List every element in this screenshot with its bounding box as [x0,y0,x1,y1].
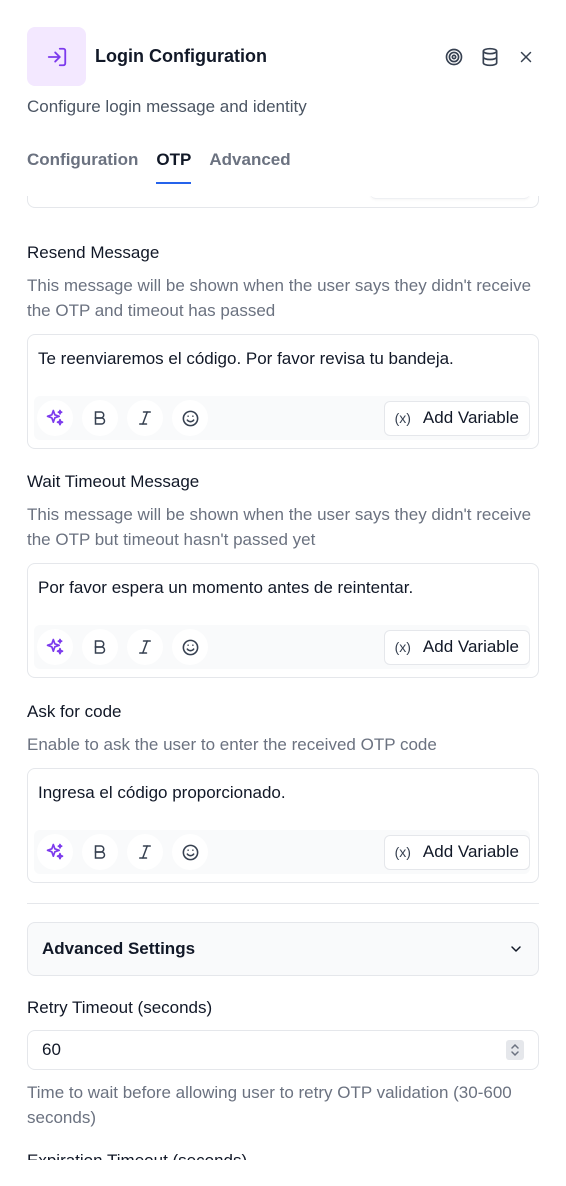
expiration-timeout-label: Expiration Timeout (seconds) [27,1151,247,1160]
add-variable-button[interactable]: (x) Add Variable [383,834,530,870]
italic-icon[interactable] [127,834,163,870]
resend-message-section: Resend Message This message will be show… [27,243,539,449]
wait-timeout-editor[interactable]: Por favor espera un momento antes de rei… [27,563,539,678]
resend-message-label: Resend Message [27,243,160,262]
ask-for-code-label: Ask for code [27,702,122,721]
wait-timeout-section: Wait Timeout Message This message will b… [27,472,539,678]
panel-header: Login Configuration [27,27,539,86]
panel-subtitle: Configure login message and identity [27,97,307,116]
wait-timeout-label: Wait Timeout Message [27,472,200,491]
resend-message-text[interactable]: Te reenviaremos el código. Por favor rev… [38,349,454,369]
retry-timeout-help: Time to wait before allowing user to ret… [27,1083,512,1127]
login-icon [27,27,86,86]
section-divider [27,903,539,904]
database-icon[interactable] [479,46,501,68]
variable-icon: (x) [394,410,411,426]
chevron-down-icon [511,946,521,952]
bold-icon[interactable] [82,629,118,665]
retry-timeout-input[interactable]: 60 [27,1030,539,1070]
ask-for-code-editor[interactable]: Ingresa el código proporcionado. (x) Add… [27,768,539,883]
retry-timeout-label: Retry Timeout (seconds) [27,998,213,1017]
ai-sparkle-icon[interactable] [37,629,73,665]
bold-icon[interactable] [82,834,118,870]
advanced-settings-toggle[interactable]: Advanced Settings [27,922,539,976]
scroll-content[interactable]: Resend Message This message will be show… [0,196,566,1160]
variable-icon: (x) [394,844,411,860]
emoji-icon[interactable] [172,400,208,436]
retry-timeout-section: Retry Timeout (seconds) 60 Time to wait … [27,998,539,1130]
variable-icon: (x) [394,639,411,655]
add-variable-button[interactable]: (x) Add Variable [383,400,530,436]
editor-toolbar: (x) Add Variable [34,830,530,874]
login-config-panel: Login Configuration Configure login mess… [0,0,566,1186]
tab-configuration[interactable]: Configuration [27,148,138,184]
tab-otp[interactable]: OTP [156,148,191,184]
wait-timeout-help: This message will be shown when the user… [27,505,532,549]
add-variable-label: Add Variable [422,842,519,861]
retry-timeout-value[interactable]: 60 [42,1040,506,1060]
ask-for-code-help: Enable to ask the user to enter the rece… [27,735,437,754]
add-variable-button[interactable]: (x) Add Variable [383,629,530,665]
ask-for-code-text[interactable]: Ingresa el código proporcionado. [38,783,286,803]
wait-timeout-text[interactable]: Por favor espera un momento antes de rei… [38,578,413,598]
tab-advanced[interactable]: Advanced [209,148,290,184]
resend-message-editor[interactable]: Te reenviaremos el código. Por favor rev… [27,334,539,449]
close-icon[interactable] [515,46,537,68]
italic-icon[interactable] [127,400,163,436]
italic-icon[interactable] [127,629,163,665]
advanced-settings-title: Advanced Settings [42,939,196,958]
add-variable-label: Add Variable [422,408,519,427]
add-variable-label: Add Variable [422,637,519,656]
editor-toolbar: (x) Add Variable [34,625,530,669]
ask-for-code-section: Ask for code Enable to ask the user to e… [27,702,539,883]
emoji-icon[interactable] [172,629,208,665]
resend-message-help: This message will be shown when the user… [27,276,532,320]
number-stepper[interactable] [506,1040,524,1060]
emoji-icon[interactable] [172,834,208,870]
editor-toolbar: (x) Add Variable [34,396,530,440]
target-icon[interactable] [443,46,465,68]
ai-sparkle-icon[interactable] [37,400,73,436]
tab-bar: Configuration OTP Advanced [27,148,291,186]
ai-sparkle-icon[interactable] [37,834,73,870]
panel-title: Login Configuration [95,46,267,66]
bold-icon[interactable] [82,400,118,436]
previous-field-edge [27,196,539,208]
